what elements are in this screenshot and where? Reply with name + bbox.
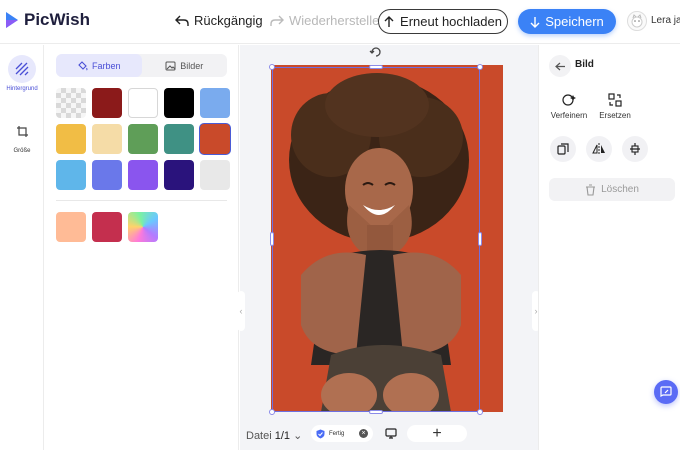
shield-check-icon (316, 429, 325, 438)
file-chip[interactable]: Fertig × (311, 425, 373, 442)
resize-handle-bottom[interactable] (369, 410, 383, 414)
color-swatch[interactable] (200, 124, 230, 154)
left-rail: Hintergrund Größe (0, 45, 44, 450)
close-icon[interactable]: × (359, 429, 368, 438)
monitor-icon[interactable] (380, 425, 402, 442)
color-swatch[interactable] (92, 88, 122, 118)
color-swatch[interactable] (56, 212, 86, 242)
duplicate-icon (557, 143, 569, 155)
rail-item-background[interactable]: Hintergrund (0, 55, 44, 92)
status-badge: Fertig (329, 430, 345, 437)
canvas-area: ‹ › Datei 1/1 ⌄ Fertig × + (237, 45, 540, 450)
chevron-left-icon[interactable]: ‹ (237, 291, 245, 331)
file-label: Datei (246, 430, 272, 442)
replace-label: Ersetzen (599, 111, 631, 120)
logo[interactable]: PicWish (4, 10, 90, 30)
arrow-left-icon (554, 62, 565, 70)
align-center-button[interactable] (622, 136, 648, 162)
redo-button[interactable]: Wiederherstellen (270, 13, 387, 28)
color-swatch[interactable] (92, 124, 122, 154)
color-swatch[interactable] (200, 160, 230, 190)
tab-images-label: Bilder (180, 60, 204, 71)
tab-colors[interactable]: Farben (56, 54, 142, 77)
panel-tabs: Farben Bilder (56, 54, 227, 77)
redo-label: Wiederherstellen (289, 13, 387, 28)
tab-colors-label: Farben (91, 60, 121, 71)
divider (56, 200, 227, 201)
redo-icon (270, 15, 284, 26)
top-bar: PicWish Rückgängig Wiederherstellen Erne… (0, 0, 680, 44)
trash-icon (586, 183, 596, 196)
resize-handle-top[interactable] (369, 65, 383, 69)
color-swatch[interactable] (56, 124, 86, 154)
chevron-down-icon: ⌄ (293, 430, 303, 442)
replace-button[interactable]: Ersetzen (593, 92, 637, 120)
color-swatch[interactable] (200, 88, 230, 118)
chat-edit-icon (660, 386, 672, 397)
add-image-button[interactable]: + (407, 425, 467, 442)
resize-handle-right[interactable] (478, 232, 482, 246)
arrow-up-icon (384, 15, 394, 27)
reupload-button[interactable]: Erneut hochladen (378, 9, 508, 34)
file-count: 1/1 (274, 430, 291, 442)
replace-icon (593, 92, 637, 108)
crop-icon (8, 117, 36, 145)
resize-handle-top-right[interactable] (477, 64, 483, 70)
undo-button[interactable]: Rückgängig (175, 13, 263, 28)
color-swatch[interactable] (128, 88, 158, 118)
undo-label: Rückgängig (194, 13, 263, 28)
color-swatch[interactable] (164, 124, 194, 154)
color-swatch[interactable] (56, 160, 86, 190)
save-label: Speichern (545, 14, 604, 29)
flip-horizontal-icon (592, 143, 605, 155)
image-icon (165, 61, 176, 70)
save-button[interactable]: Speichern (518, 9, 616, 34)
color-swatch[interactable] (164, 160, 194, 190)
color-swatch[interactable] (128, 160, 158, 190)
resize-handle-left[interactable] (270, 232, 274, 246)
selection-box[interactable] (272, 67, 480, 412)
reupload-label: Erneut hochladen (400, 14, 502, 29)
plus-icon: + (432, 424, 442, 442)
arrow-down-icon (530, 16, 540, 28)
feedback-button[interactable] (654, 380, 678, 404)
custom-color-picker[interactable] (128, 212, 158, 242)
picwish-logo-icon (4, 10, 20, 30)
refine-label: Verfeinern (550, 111, 588, 120)
refine-button[interactable]: Verfeinern (547, 92, 591, 120)
file-selector[interactable]: Datei 1/1 ⌄ (246, 429, 302, 442)
tab-images[interactable]: Bilder (142, 54, 228, 77)
color-swatch[interactable] (128, 124, 158, 154)
resize-handle-bottom-left[interactable] (269, 409, 275, 415)
color-swatch[interactable] (92, 212, 122, 242)
rail-item-size[interactable]: Größe (0, 117, 44, 154)
canvas-bottom-bar: Datei 1/1 ⌄ Fertig × + (240, 421, 538, 450)
panel-title: Bild (575, 59, 594, 70)
paint-bucket-icon (78, 61, 88, 71)
resize-handle-top-left[interactable] (269, 64, 275, 70)
user-name[interactable]: Lera ja (651, 15, 680, 26)
background-panel: Farben Bilder (44, 45, 239, 450)
delete-label: Löschen (601, 184, 639, 195)
rail-label-background: Hintergrund (6, 86, 38, 92)
stripes-icon (8, 55, 36, 83)
back-button[interactable] (549, 55, 571, 77)
avatar[interactable] (627, 11, 647, 31)
rail-label-size: Größe (13, 148, 31, 154)
color-swatch[interactable] (164, 88, 194, 118)
color-swatch[interactable] (92, 160, 122, 190)
logo-text: PicWish (24, 10, 90, 29)
undo-icon (175, 15, 189, 26)
flip-horizontal-button[interactable] (586, 136, 612, 162)
rotate-icon[interactable] (369, 45, 383, 59)
resize-handle-bottom-right[interactable] (477, 409, 483, 415)
transparent-swatch[interactable] (56, 88, 86, 118)
duplicate-button[interactable] (550, 136, 576, 162)
delete-button[interactable]: Löschen (549, 178, 675, 201)
align-center-icon (630, 143, 640, 155)
refine-icon (547, 92, 591, 108)
